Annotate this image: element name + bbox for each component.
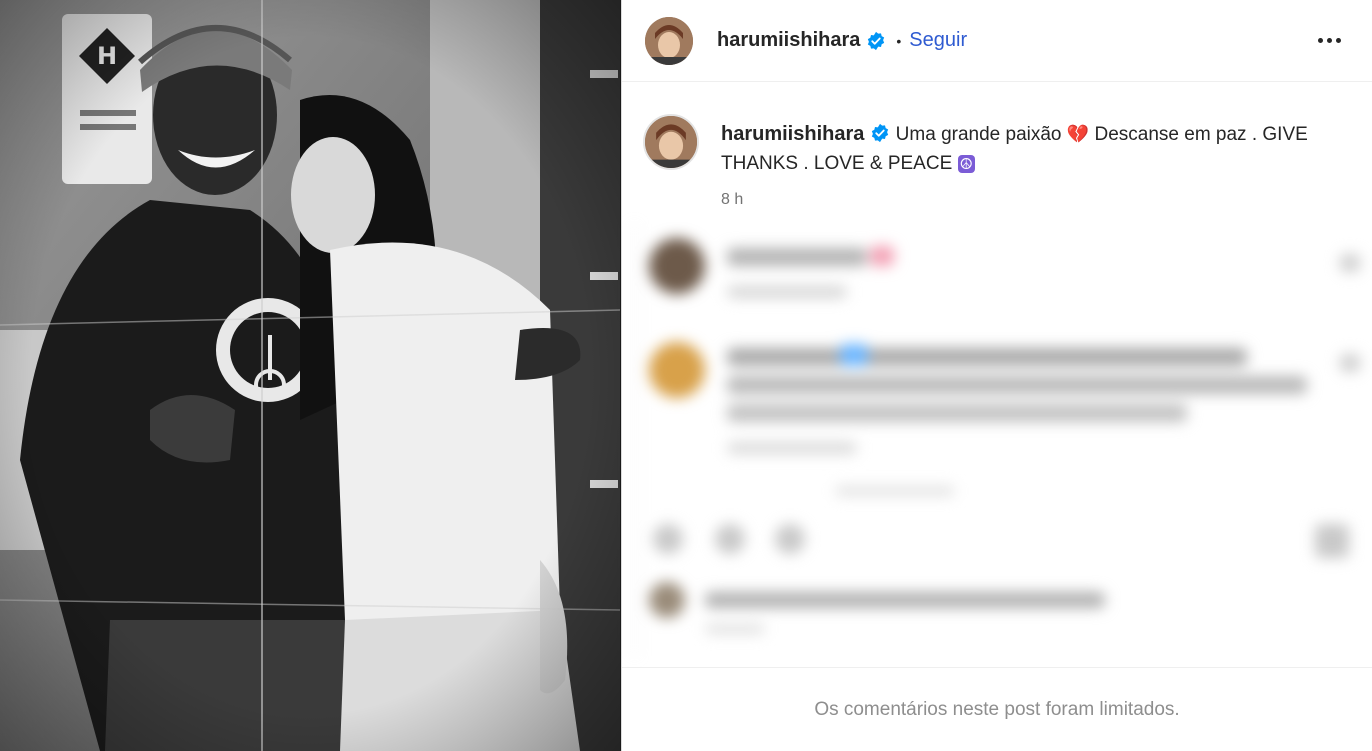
broken-heart-icon: 💔: [1066, 124, 1090, 145]
verified-badge-icon: [872, 123, 889, 143]
post-photo[interactable]: H: [0, 0, 620, 751]
caption-body: harumiishihara Uma grande paixão 💔 Desca…: [721, 120, 1341, 226]
caption-avatar[interactable]: [643, 114, 699, 170]
follow-button[interactable]: Seguir: [909, 29, 967, 52]
more-options-icon[interactable]: [1314, 25, 1344, 55]
verified-badge-icon: [868, 31, 885, 50]
caption-text: harumiishihara Uma grande paixão 💔 Desca…: [721, 120, 1341, 179]
post-timestamp[interactable]: 8 h: [721, 191, 1341, 209]
author-avatar[interactable]: [645, 16, 693, 65]
separator-dot: •: [896, 32, 902, 49]
post-side-panel: harumiishihara • Seguir harumiishihara U…: [621, 0, 1372, 751]
blurred-comments: [634, 224, 1372, 656]
caption-text-part1: Uma grande paixão: [895, 124, 1062, 145]
post-caption: harumiishihara Uma grande paixão 💔 Desca…: [622, 82, 1372, 226]
post-header: harumiishihara • Seguir: [622, 0, 1372, 82]
comments-limited-notice: Os comentários neste post foram limitado…: [622, 667, 1372, 751]
author-username[interactable]: harumiishihara: [717, 29, 860, 52]
caption-username[interactable]: harumiishihara: [721, 123, 864, 145]
peace-symbol-icon: ☮: [957, 155, 975, 173]
post-photo-image: H: [0, 0, 620, 751]
